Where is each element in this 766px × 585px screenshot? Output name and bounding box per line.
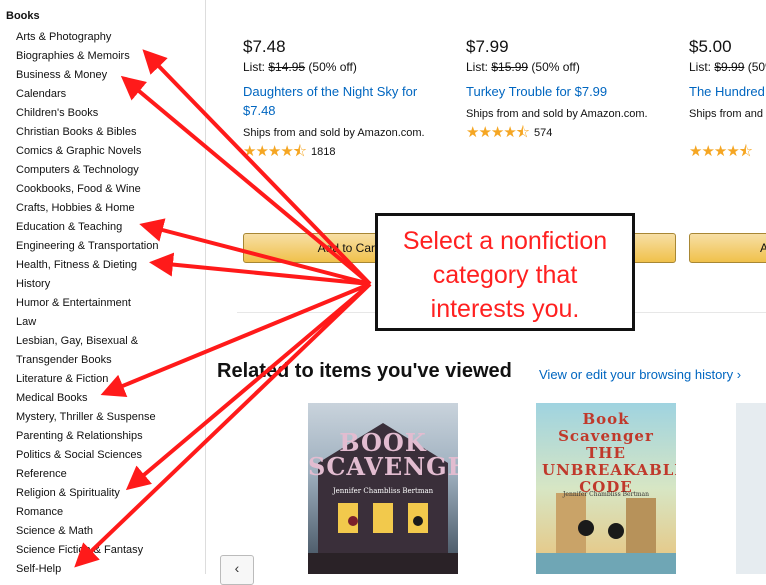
list-label: List: <box>243 60 266 74</box>
list-price: $9.99 <box>714 60 745 74</box>
list-price: $15.99 <box>491 60 529 74</box>
sidebar-item-biographies-memoirs[interactable]: Biographies & Memoirs <box>16 47 166 66</box>
rating-row[interactable]: ★★★★⯪ <box>689 144 766 160</box>
annotation-callout: Select a nonfiction category that intere… <box>375 213 635 331</box>
review-count[interactable]: 1818 <box>311 146 335 158</box>
product-card: $7.99 List: $15.99 (50% off) Turkey Trou… <box>466 36 666 141</box>
sidebar-item-literature-fiction[interactable]: Literature & Fiction <box>16 370 166 389</box>
sidebar-item-computers-technology[interactable]: Computers & Technology <box>16 161 166 180</box>
product-title-link[interactable]: Daughters of the Night Sky for $7.48 <box>243 82 433 120</box>
sidebar-item-romance[interactable]: Romance <box>16 503 166 522</box>
cover-title: Book Scavenger THE UNBREAKABLE CODE <box>542 410 676 496</box>
carousel-left-arrow-icon[interactable]: ‹ <box>220 555 254 585</box>
book-cover-book-scavenger[interactable]: BOOK SCAVENGER Jennifer Chambliss Bertma… <box>308 403 458 574</box>
sidebar-item-crafts-hobbies-home[interactable]: Crafts, Hobbies & Home <box>16 199 166 218</box>
cover-author: Jennifer Chambliss Bertman <box>563 491 649 498</box>
sidebar-item-self-help[interactable]: Self-Help <box>16 560 166 579</box>
sidebar-item-law[interactable]: Law <box>16 313 166 332</box>
cover-author: Jennifer Chambliss Bertman <box>332 487 434 495</box>
sidebar-item-parenting-relationships[interactable]: Parenting & Relationships <box>16 427 166 446</box>
discount: (50% off) <box>308 60 357 74</box>
browsing-history-link[interactable]: View or edit your browsing history › <box>539 367 741 382</box>
sidebar-title: Books <box>6 10 40 22</box>
product-title-link[interactable]: Turkey Trouble for $7.99 <box>466 82 666 101</box>
sidebar-item-politics-social-sciences[interactable]: Politics & Social Sciences <box>16 446 166 465</box>
sidebar-item-calendars[interactable]: Calendars <box>16 85 166 104</box>
sidebar-item-business-money[interactable]: Business & Money <box>16 66 166 85</box>
star-rating-icon: ★★★★⯪ <box>466 124 530 141</box>
review-count[interactable]: 574 <box>534 127 552 139</box>
product-card: $7.48 List: $14.95 (50% off) Daughters o… <box>243 36 443 160</box>
list-price: $14.95 <box>268 60 306 74</box>
add-to-cart-button[interactable]: A <box>689 233 766 263</box>
product-title-link[interactable]: The Hundred <box>689 82 766 101</box>
star-rating-icon: ★★★★⯪ <box>689 143 753 160</box>
rating-row[interactable]: ★★★★⯪ 574 <box>466 125 666 141</box>
sidebar-item-reference[interactable]: Reference <box>16 465 166 484</box>
sidebar-item-science-fiction-fantasy[interactable]: Science Fiction & Fantasy <box>16 541 166 560</box>
sidebar-item-medical-books[interactable]: Medical Books <box>16 389 166 408</box>
star-rating-icon: ★★★★⯪ <box>243 143 307 160</box>
sidebar-item-science-math[interactable]: Science & Math <box>16 522 166 541</box>
sidebar-item-engineering-transportation[interactable]: Engineering & Transportation <box>16 237 166 256</box>
sidebar-item-health-fitness-dieting[interactable]: Health, Fitness & Dieting <box>16 256 166 275</box>
sidebar-item-arts-photography[interactable]: Arts & Photography <box>16 28 166 47</box>
price: $5.00 <box>689 37 732 56</box>
ships-from-text: Ships from and <box>689 108 763 120</box>
category-list: Arts & Photography Biographies & Memoirs… <box>16 28 166 579</box>
cover-title: BOOK SCAVENGER <box>308 428 458 481</box>
book-cover-unbreakable-code[interactable]: Book Scavenger THE UNBREAKABLE CODE Jenn… <box>536 403 676 574</box>
category-sidebar: Books Arts & Photography Biographies & M… <box>0 0 206 575</box>
sidebar-item-education-teaching[interactable]: Education & Teaching <box>16 218 166 237</box>
sidebar-item-childrens-books[interactable]: Children's Books <box>16 104 166 123</box>
related-section-title: Related to items you've viewed <box>217 360 512 382</box>
list-label: List: <box>466 60 489 74</box>
sidebar-item-cookbooks-food-wine[interactable]: Cookbooks, Food & Wine <box>16 180 166 199</box>
book-cover-partial[interactable] <box>736 403 766 574</box>
discount: (50% off) <box>747 60 766 74</box>
sidebar-item-lgbt-books[interactable]: Lesbian, Gay, Bisexual & Transgender Boo… <box>16 332 166 370</box>
sidebar-item-religion-spirituality[interactable]: Religion & Spirituality <box>16 484 166 503</box>
price: $7.48 <box>243 37 286 56</box>
ships-from-text: Ships from and sold by Amazon.com. <box>466 108 648 120</box>
sidebar-item-christian-books-bibles[interactable]: Christian Books & Bibles <box>16 123 166 142</box>
annotation-line: interests you. <box>430 295 580 323</box>
sidebar-item-mystery-thriller-suspense[interactable]: Mystery, Thriller & Suspense <box>16 408 166 427</box>
list-price-line: List: $9.99 (50% off) <box>689 58 766 76</box>
price: $7.99 <box>466 37 509 56</box>
list-price-line: List: $15.99 (50% off) <box>466 58 666 76</box>
sidebar-item-humor-entertainment[interactable]: Humor & Entertainment <box>16 294 166 313</box>
list-price-line: List: $14.95 (50% off) <box>243 58 443 76</box>
discount: (50% off) <box>531 60 580 74</box>
sidebar-item-history[interactable]: History <box>16 275 166 294</box>
rating-row[interactable]: ★★★★⯪ 1818 <box>243 144 443 160</box>
ships-from-text: Ships from and sold by Amazon.com. <box>243 127 425 139</box>
annotation-line: category that <box>432 261 578 289</box>
annotation-line: Select a nonfiction <box>402 227 608 255</box>
sidebar-item-comics-graphic-novels[interactable]: Comics & Graphic Novels <box>16 142 166 161</box>
product-card: $5.00 List: $9.99 (50% off) The Hundred … <box>689 36 766 160</box>
list-label: List: <box>689 60 712 74</box>
